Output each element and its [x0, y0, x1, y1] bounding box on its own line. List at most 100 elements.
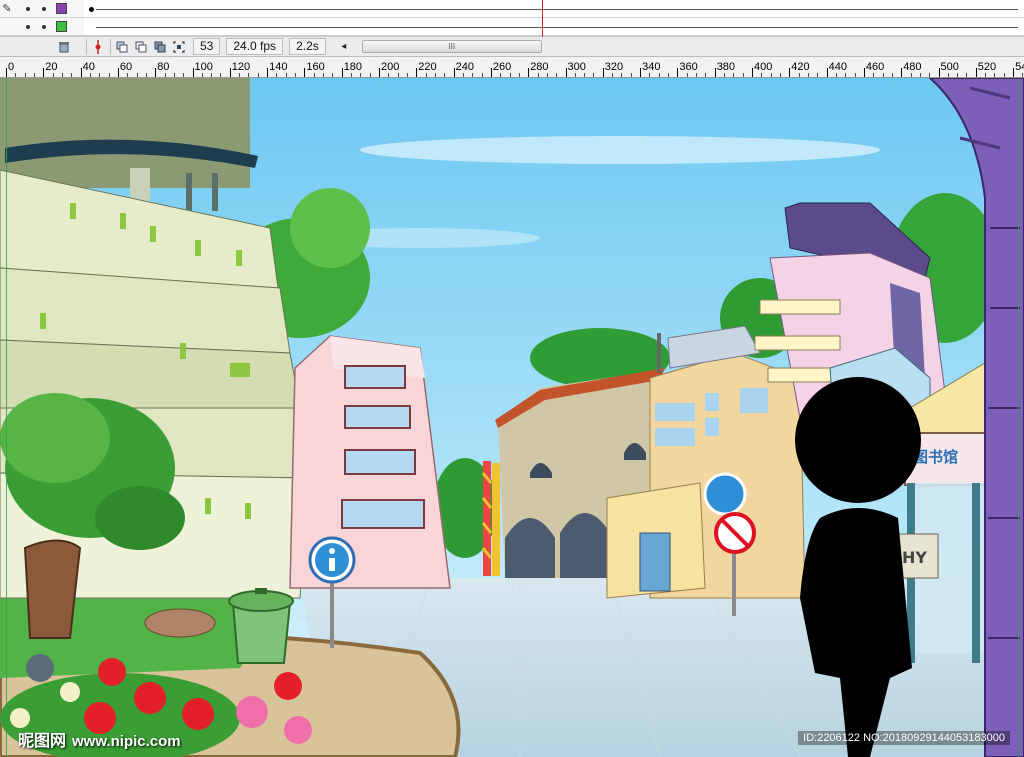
ruler-label: 100 [194, 61, 213, 73]
ruler-minor-tick [285, 73, 287, 77]
ruler-major-tick [714, 68, 716, 77]
ruler-minor-tick [686, 73, 688, 77]
cloud [360, 136, 880, 164]
ruler-label: 180 [343, 61, 363, 73]
ruler-minor-tick [593, 73, 595, 77]
ruler-minor-tick [257, 73, 259, 77]
ruler-minor-tick [985, 73, 987, 77]
stage-canvas[interactable]: 图书馆 HY 昵图网 www.nipic.com ID:2206122 NO:2… [0, 78, 1024, 757]
ruler-minor-tick [630, 73, 632, 77]
ruler-label: 40 [82, 61, 95, 73]
watermark-url: www.nipic.com [72, 733, 181, 750]
lock-dot[interactable] [42, 24, 46, 29]
ruler-minor-tick [509, 73, 511, 77]
ruler-major-tick [863, 68, 865, 77]
modify-markers-icon[interactable] [171, 39, 187, 55]
ruler-minor-tick [658, 73, 660, 77]
ruler-major-tick [80, 68, 82, 77]
ruler-minor-tick [518, 73, 520, 77]
ruler-minor-tick [183, 73, 185, 77]
visibility-dot[interactable] [26, 24, 30, 29]
playhead[interactable] [542, 0, 543, 37]
frame-rate-field[interactable]: 24.0 fps [226, 38, 284, 55]
ruler-major-tick [938, 68, 940, 77]
scroll-grip-icon: III [448, 42, 456, 51]
ruler-label: 120 [231, 61, 251, 73]
ruler-label: 140 [269, 61, 288, 73]
ruler-major-tick [416, 68, 418, 77]
ruler-minor-tick [854, 73, 856, 77]
ruler-minor-tick [537, 73, 539, 77]
ruler-label: 460 [865, 61, 885, 73]
tween-line [96, 9, 1018, 10]
ruler-minor-tick [388, 73, 390, 77]
ruler-label: 520 [977, 61, 997, 73]
layer-color-swatch[interactable] [56, 3, 67, 14]
watermark-site: 昵图网 [18, 733, 67, 750]
frames-row-2[interactable] [84, 18, 1024, 36]
ruler-major-tick [379, 68, 380, 77]
ruler-minor-tick [71, 73, 73, 77]
ruler-minor-tick [779, 73, 781, 77]
ruler-label: 360 [679, 61, 698, 73]
ruler-minor-tick [817, 73, 819, 77]
scene-artwork: 图书馆 HY [0, 78, 1024, 757]
ruler-minor-tick [425, 73, 427, 77]
ruler-minor-tick [957, 73, 959, 77]
ruler-label: 160 [306, 61, 325, 73]
onion-skin-outline-icon[interactable] [133, 39, 149, 55]
layer-row-2[interactable] [0, 18, 84, 36]
layer-row-1[interactable]: ✎ [0, 0, 84, 18]
lock-dot[interactable] [42, 6, 46, 11]
ruler-minor-tick [835, 73, 837, 77]
animation-editor: ✎ 53 24.0 fps 2.2s ◂ III 0 20 40 60 80 1… [0, 0, 1024, 757]
stage-guide-right[interactable] [1018, 78, 1019, 757]
ruler-minor-tick [248, 73, 250, 77]
ruler-minor-tick [211, 73, 213, 77]
ruler-minor-tick [807, 73, 809, 77]
delete-layer-icon[interactable] [56, 39, 72, 55]
ruler-minor-tick [724, 73, 726, 77]
ruler-label: 320 [604, 61, 624, 73]
ruler-minor-tick [145, 73, 147, 77]
ruler-label: 60 [119, 61, 133, 73]
ruler-minor-tick [462, 73, 464, 77]
ruler-label: 400 [754, 61, 773, 73]
timeline-scrollbar[interactable]: III [361, 40, 542, 53]
library-partial-sign: HY [902, 548, 927, 567]
center-frame-icon[interactable] [90, 39, 106, 55]
onion-skin-icon[interactable] [114, 39, 130, 55]
ruler-minor-tick [733, 73, 735, 77]
ruler-minor-tick [99, 73, 101, 77]
ruler-minor-tick [798, 73, 800, 77]
ruler-minor-tick [1022, 73, 1024, 77]
ruler-minor-tick [500, 73, 502, 77]
ruler-minor-tick [136, 73, 138, 77]
current-frame-field[interactable]: 53 [193, 38, 221, 55]
ruler-minor-tick [705, 73, 707, 77]
frames-row-1[interactable] [84, 0, 1024, 18]
ruler-minor-tick [24, 73, 26, 77]
ruler-major-tick [490, 68, 492, 77]
ruler-major-tick [267, 68, 269, 77]
ruler-major-tick [826, 68, 828, 77]
ruler-major-tick [602, 68, 604, 77]
keyframe[interactable] [89, 7, 94, 12]
ruler-minor-tick [873, 73, 875, 77]
visibility-dot[interactable] [26, 6, 30, 11]
ruler-minor-tick [33, 73, 35, 77]
stage-guide-left[interactable] [6, 78, 7, 757]
ruler-label: 280 [530, 61, 549, 73]
edit-multiple-frames-icon[interactable] [152, 39, 168, 55]
ruler-minor-tick [52, 73, 54, 77]
ruler-major-tick [640, 68, 642, 77]
ruler-minor-tick [1003, 73, 1005, 77]
scroll-left-arrow[interactable]: ◂ [336, 39, 352, 55]
ruler-major-tick [453, 68, 455, 77]
ruler-minor-tick [127, 73, 129, 77]
ruler-major-tick [192, 68, 194, 77]
ruler-major-tick [341, 68, 343, 77]
ruler-minor-tick [397, 73, 399, 77]
ruler-label: 80 [157, 61, 170, 73]
layer-color-swatch[interactable] [56, 21, 67, 32]
